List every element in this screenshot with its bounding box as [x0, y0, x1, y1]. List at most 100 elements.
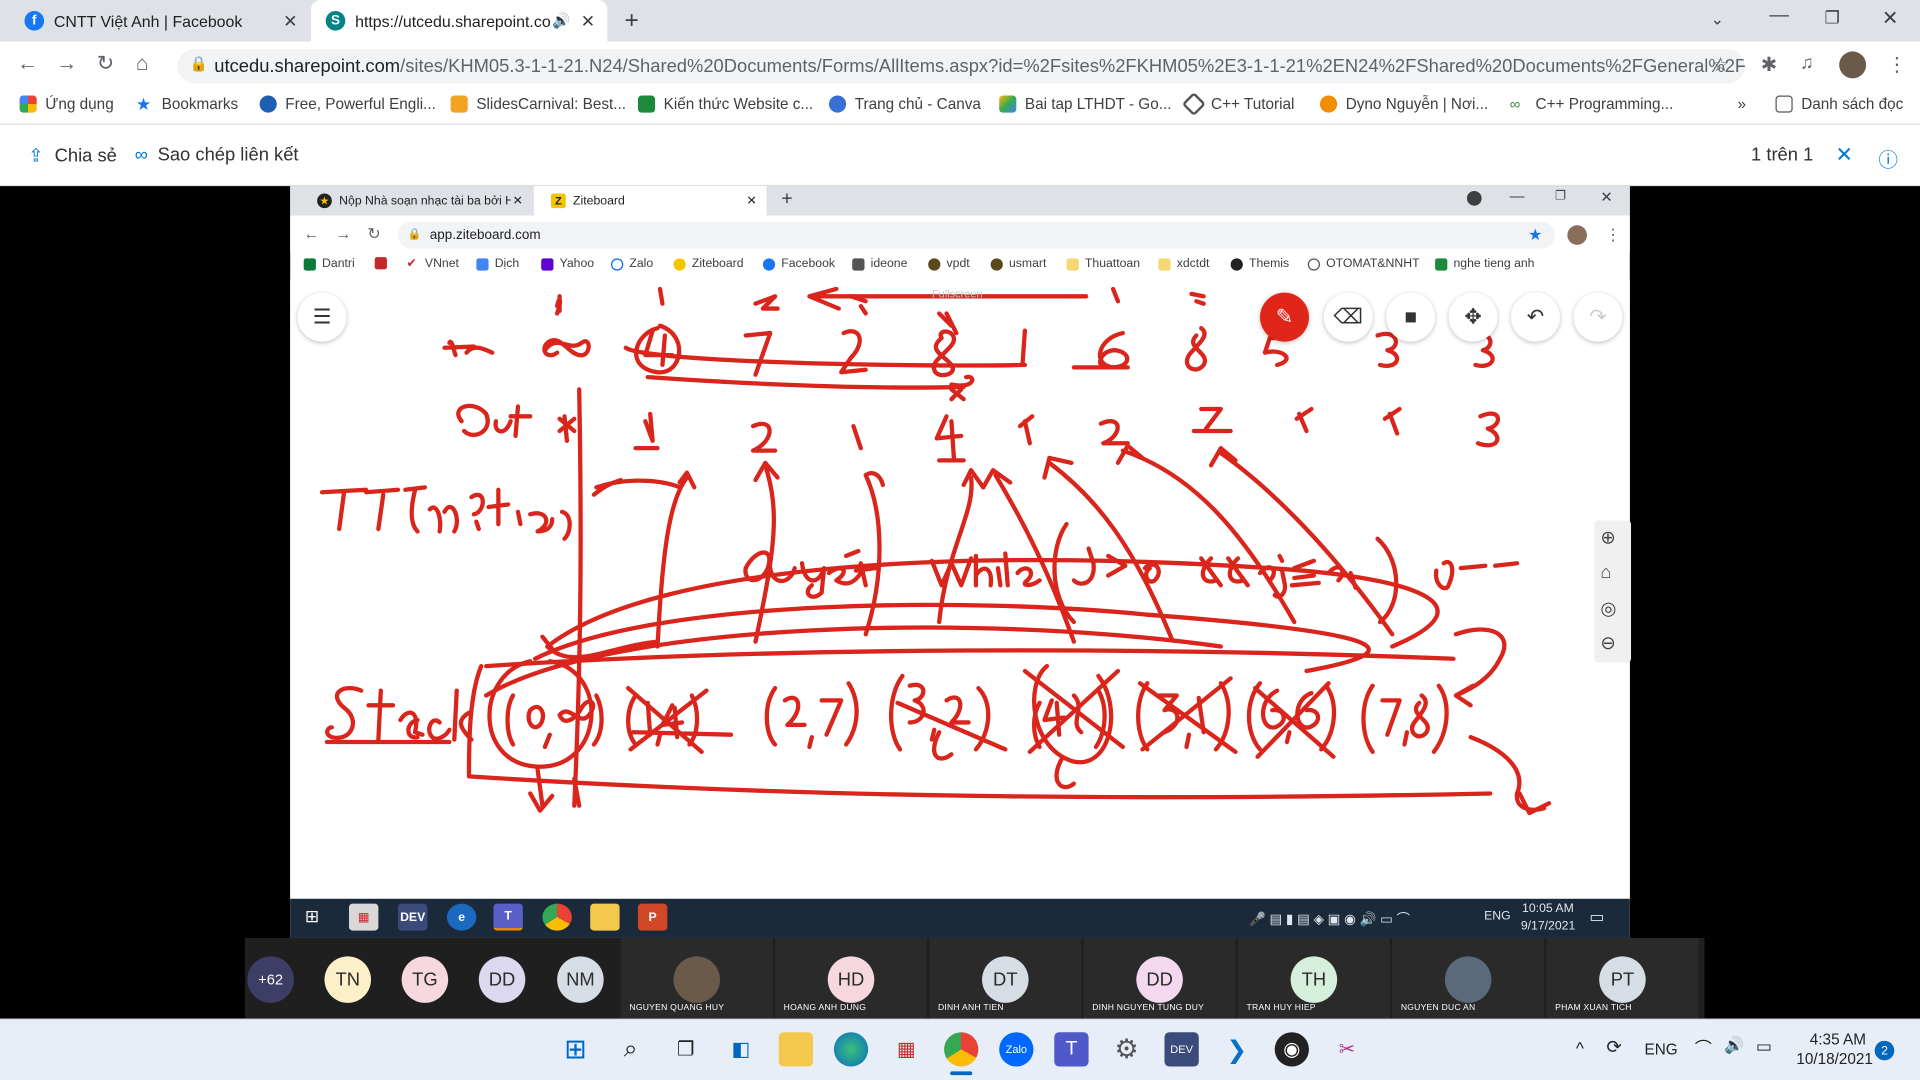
- minimize-button[interactable]: —: [1769, 5, 1789, 27]
- whiteboard-canvas[interactable]: Fullscreen: [290, 279, 1630, 899]
- inner-bm-vnnet[interactable]: ✔ VNnet: [407, 257, 459, 270]
- battery-icon[interactable]: ▭: [1756, 1036, 1772, 1057]
- bookmark-canva[interactable]: Trang chủ - Canva: [828, 95, 981, 113]
- tab-facebook[interactable]: f CNTT Việt Anh | Facebook ✕: [10, 0, 310, 42]
- inner-tab-ziteboard[interactable]: Z Ziteboard ✕: [533, 186, 767, 216]
- shared-clock-time[interactable]: 10:05 AM: [1522, 902, 1574, 915]
- restore-button[interactable]: ❐: [1824, 7, 1839, 28]
- profile-avatar[interactable]: [1839, 51, 1867, 79]
- clock-date[interactable]: 10/18/2021: [1796, 1051, 1873, 1068]
- inner-bm-xdctdt[interactable]: xdctdt: [1158, 257, 1209, 271]
- close-window-button[interactable]: ✕: [1882, 6, 1898, 30]
- chrome-icon[interactable]: [542, 903, 572, 931]
- inner-bm-otomat[interactable]: OTOMAT&NNHT: [1307, 257, 1420, 271]
- sticky-note-button[interactable]: ■: [1386, 292, 1436, 342]
- tray-icons[interactable]: 🎤 ▤ ▮ ▤ ◈ ▣ ◉ 🔊 ▭ ⌒: [1249, 909, 1410, 929]
- inner-minimize-button[interactable]: —: [1510, 187, 1525, 204]
- inner-bm-thuattoan[interactable]: Thuattoan: [1066, 257, 1140, 271]
- close-tab-icon[interactable]: ✕: [283, 10, 297, 31]
- windows-start-icon[interactable]: ⊞: [305, 906, 319, 927]
- more-participants-button[interactable]: +62: [247, 956, 294, 1003]
- teams-icon[interactable]: T: [493, 903, 523, 931]
- sync-icon[interactable]: ⟳: [1607, 1036, 1622, 1058]
- inner-profile-avatar[interactable]: [1567, 225, 1587, 245]
- language-indicator[interactable]: ENG: [1644, 1041, 1677, 1058]
- inner-bm-themis[interactable]: Themis: [1230, 257, 1289, 271]
- chrome-icon[interactable]: [944, 1032, 979, 1067]
- inner-tab-assignment[interactable]: ★ Nộp Nhà soạn nhạc tài ba bởi Hà ✕: [300, 186, 533, 215]
- address-bar[interactable]: utcedu.sharepoint.com /sites/KHM05.3-1-1…: [177, 48, 1745, 84]
- search-icon[interactable]: ⌕: [613, 1032, 647, 1066]
- obs-icon[interactable]: ◉: [1274, 1032, 1309, 1067]
- close-tab-icon[interactable]: ✕: [513, 194, 523, 207]
- bookmarks-overflow[interactable]: »: [1738, 96, 1747, 113]
- participant-avatar[interactable]: TN: [324, 956, 372, 1003]
- inner-bm-usmart[interactable]: usmart: [990, 257, 1046, 271]
- hamburger-menu-button[interactable]: ☰: [297, 292, 347, 342]
- inner-bm-red[interactable]: [374, 257, 393, 270]
- audio-icon[interactable]: 🔊: [552, 12, 570, 29]
- info-icon[interactable]: ⓘ: [1878, 143, 1898, 172]
- vscode-icon[interactable]: ❯: [1220, 1032, 1254, 1066]
- bookmark-kienthuc[interactable]: Kiến thức Website c...: [637, 95, 813, 113]
- participant-avatar[interactable]: DD: [478, 956, 526, 1003]
- home-button[interactable]: ⌂: [136, 51, 149, 75]
- bookmark-drive[interactable]: Bai tap LTHDT - Go...: [999, 95, 1171, 113]
- menu-icon[interactable]: ⋮: [1887, 53, 1907, 77]
- star-icon[interactable]: ☆: [1712, 53, 1730, 77]
- inner-bm-ideone[interactable]: ideone: [852, 257, 907, 271]
- volume-icon[interactable]: 🔊: [1724, 1036, 1744, 1056]
- snipping-tool-icon[interactable]: ✂: [1330, 1032, 1364, 1066]
- inner-close-button[interactable]: ✕: [1600, 189, 1612, 206]
- inner-bm-facebook[interactable]: Facebook: [762, 257, 835, 271]
- undo-button[interactable]: ↶: [1511, 292, 1561, 342]
- wifi-icon[interactable]: ⌒: [1695, 1036, 1712, 1060]
- lock-icon[interactable]: 🔒: [190, 55, 208, 72]
- task-view-icon[interactable]: ❐: [669, 1032, 703, 1066]
- teams-icon[interactable]: T: [1054, 1032, 1089, 1067]
- edge-icon[interactable]: [833, 1032, 869, 1067]
- inner-bm-yahoo[interactable]: Yahoo: [541, 257, 594, 271]
- inner-bm-nghe-tieng-anh[interactable]: nghe tieng anh: [1435, 257, 1534, 271]
- inner-back-button[interactable]: ←: [304, 224, 320, 242]
- inner-bm-dich[interactable]: Dịch: [476, 257, 519, 271]
- move-tool-button[interactable]: ✥: [1448, 292, 1498, 342]
- powerpoint-icon[interactable]: P: [637, 903, 668, 931]
- copy-link-button[interactable]: ∞ Sao chép liên kết: [135, 144, 299, 165]
- home-view-icon[interactable]: ⌂: [1600, 562, 1611, 583]
- pen-tool-button[interactable]: ✎: [1260, 292, 1309, 342]
- widgets-icon[interactable]: ◧: [724, 1032, 758, 1066]
- inner-restore-button[interactable]: ❐: [1555, 190, 1566, 203]
- inner-bm-dantri[interactable]: Dantri: [303, 257, 355, 271]
- inner-address-bar[interactable]: app.ziteboard.com: [397, 221, 1556, 249]
- close-tab-icon[interactable]: ✕: [746, 194, 756, 207]
- close-tab-icon[interactable]: ✕: [581, 10, 595, 31]
- bookmark-bookmarks[interactable]: ★ Bookmarks: [136, 96, 238, 113]
- zalo-icon[interactable]: Zalo: [999, 1032, 1034, 1067]
- inner-bm-ziteboard[interactable]: Ziteboard: [673, 257, 744, 271]
- inner-reload-button[interactable]: ↻: [367, 224, 380, 244]
- app-icon[interactable]: ▦: [889, 1032, 923, 1066]
- action-center-icon[interactable]: ▭: [1589, 907, 1604, 927]
- inner-forward-button[interactable]: →: [336, 224, 352, 242]
- extensions-icon[interactable]: ✱: [1761, 53, 1777, 77]
- participant-avatar[interactable]: TG: [401, 956, 449, 1003]
- new-tab-button[interactable]: +: [624, 7, 638, 35]
- inner-star-icon[interactable]: ★: [1528, 225, 1542, 245]
- reading-list[interactable]: Danh sách đọc: [1775, 95, 1903, 113]
- inner-bm-vpdt[interactable]: vpdt: [928, 257, 970, 271]
- edge-icon[interactable]: e: [446, 903, 477, 931]
- back-button[interactable]: ←: [17, 51, 38, 75]
- notification-badge[interactable]: 2: [1874, 1040, 1895, 1061]
- file-explorer-icon[interactable]: [778, 1032, 814, 1067]
- close-viewer-icon[interactable]: ✕: [1836, 143, 1853, 167]
- clock-time[interactable]: 4:35 AM: [1810, 1031, 1866, 1048]
- devcpp-icon[interactable]: DEV: [397, 903, 428, 931]
- windows-start-icon[interactable]: ⊞: [558, 1032, 592, 1066]
- inner-bm-zalo[interactable]: Zalo: [611, 257, 653, 271]
- inner-new-tab-button[interactable]: +: [781, 189, 792, 211]
- inner-tab-search-icon[interactable]: [1466, 191, 1482, 206]
- devcpp-icon[interactable]: DEV: [1164, 1032, 1199, 1067]
- tray-overflow-icon[interactable]: ^: [1576, 1038, 1584, 1058]
- file-explorer-icon[interactable]: [590, 903, 620, 931]
